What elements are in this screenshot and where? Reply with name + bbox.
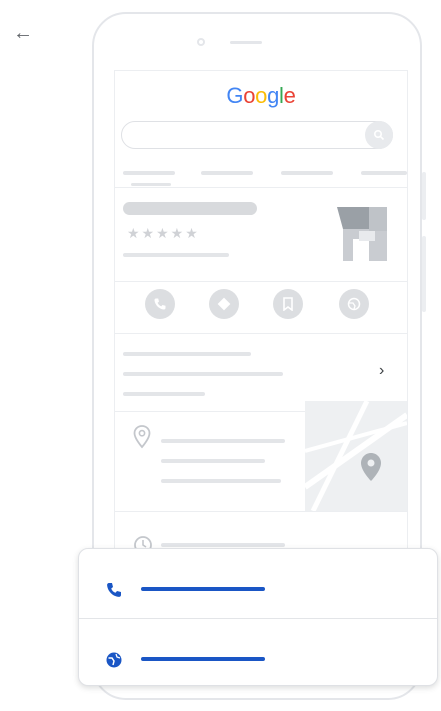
divider — [115, 333, 407, 334]
divider — [115, 187, 407, 188]
divider — [115, 511, 407, 512]
website-url-placeholder — [141, 657, 265, 661]
logo-letter-o1: o — [243, 83, 256, 108]
tab-placeholder — [281, 171, 333, 175]
tab-placeholder — [123, 171, 175, 175]
map-thumbnail — [303, 399, 407, 513]
info-placeholder — [123, 392, 205, 396]
logo-letter-g: G — [226, 83, 244, 108]
phone-power-button — [422, 236, 426, 312]
action-website-icon — [339, 289, 369, 319]
address-placeholder — [161, 479, 281, 483]
info-placeholder — [123, 372, 283, 376]
contact-row-website[interactable] — [79, 619, 437, 687]
info-placeholder — [123, 352, 251, 356]
phone-camera — [197, 38, 205, 46]
rating-stars: ★★★★★ — [127, 225, 200, 241]
phone-speaker — [230, 41, 262, 44]
google-logo: Google — [115, 83, 407, 109]
action-call-icon — [145, 289, 175, 319]
hours-placeholder — [161, 543, 285, 547]
address-placeholder — [161, 439, 285, 443]
phone-volume-button — [422, 172, 426, 220]
storefront-icon — [337, 207, 387, 261]
contact-card — [78, 548, 438, 686]
business-name-placeholder — [123, 202, 257, 215]
search-icon — [365, 121, 393, 149]
phone-icon — [107, 583, 121, 597]
contact-row-phone[interactable] — [79, 549, 437, 617]
active-tab-indicator — [131, 183, 171, 186]
divider — [115, 281, 407, 282]
back-arrow-icon[interactable]: ← — [10, 20, 36, 46]
tab-placeholder — [201, 171, 253, 175]
phone-number-placeholder — [141, 587, 265, 591]
logo-letter-e: e — [283, 83, 296, 108]
logo-letter-g2: g — [267, 83, 280, 108]
action-directions-icon — [209, 289, 239, 319]
address-placeholder — [161, 459, 265, 463]
globe-icon — [106, 652, 122, 668]
tab-placeholder — [361, 171, 407, 175]
action-save-icon — [273, 289, 303, 319]
search-bar — [121, 121, 393, 149]
business-subtitle-placeholder — [123, 253, 229, 257]
logo-letter-o2: o — [255, 83, 268, 108]
location-pin-icon — [133, 425, 151, 449]
chevron-right-icon: › — [379, 362, 385, 379]
